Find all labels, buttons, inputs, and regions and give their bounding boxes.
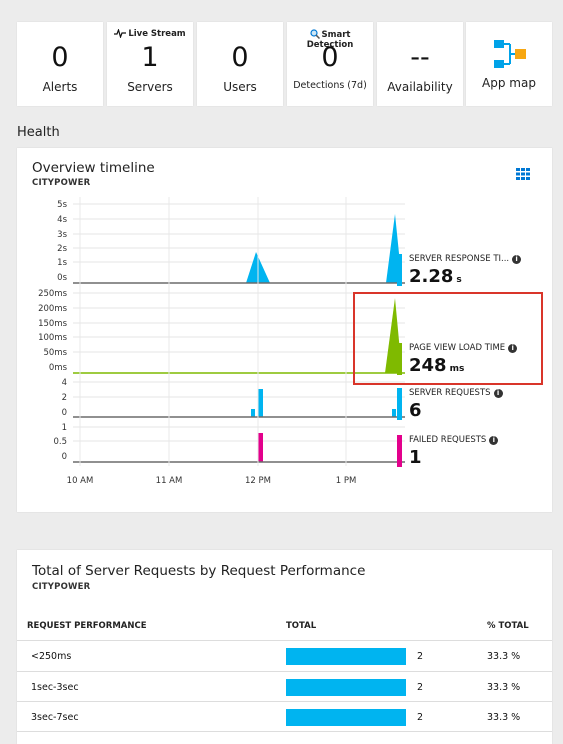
header-request-performance[interactable]: REQUEST PERFORMANCE <box>27 621 147 631</box>
perf-title: Total of Server Requests by Request Perf… <box>32 563 366 579</box>
x-tick: 1 PM <box>336 476 357 486</box>
metric-name: PAGE VIEW LOAD TIME <box>409 343 506 353</box>
metric-color-bar <box>397 388 402 420</box>
failed-requests-metric[interactable]: FAILED REQUESTS i 1 <box>397 435 537 468</box>
row-pct: 33.3 % <box>487 712 521 723</box>
header-total[interactable]: TOTAL <box>286 621 316 631</box>
metric-unit: ms <box>449 364 465 374</box>
info-icon[interactable]: i <box>512 255 522 264</box>
header-pct-total[interactable]: % TOTAL <box>487 621 529 631</box>
row-name: <250ms <box>31 651 72 662</box>
y-tick: 250ms <box>38 289 68 299</box>
y-tick: 0 <box>62 452 67 462</box>
perf-subtitle: CITYPOWER <box>32 582 91 592</box>
metric-value: 248 <box>409 355 447 376</box>
y-tick: 2 <box>62 393 67 403</box>
page-view-load-metric[interactable]: PAGE VIEW LOAD TIME i 248 ms <box>397 343 537 376</box>
y-tick: 100ms <box>38 333 68 343</box>
x-tick: 12 PM <box>245 476 271 486</box>
metric-value: 2.28 <box>409 266 454 287</box>
row-total: 2 <box>417 682 424 693</box>
server-requests-panel: 4 2 0 <box>62 378 405 418</box>
y-tick: 0ms <box>49 363 68 373</box>
x-tick: 11 AM <box>156 476 183 486</box>
row-bar <box>286 679 406 696</box>
y-tick: 1 <box>62 423 67 433</box>
row-bar <box>286 648 406 665</box>
request-bar <box>392 409 396 417</box>
metric-color-bar <box>397 435 402 467</box>
request-bar <box>258 389 263 417</box>
page-load-panel: 250ms 200ms 150ms 100ms 50ms 0ms <box>38 289 405 374</box>
y-tick: 0s <box>57 273 67 283</box>
row-pct: 33.3 % <box>487 651 521 662</box>
y-tick: 3s <box>57 230 67 240</box>
row-total: 2 <box>417 651 424 662</box>
y-tick: 200ms <box>38 304 68 314</box>
request-bar <box>251 409 255 417</box>
row-total: 2 <box>417 712 424 723</box>
metric-color-bar <box>397 343 402 375</box>
response-time-panel: 5s 4s 3s 2s 1s 0s <box>57 200 405 284</box>
metric-color-bar <box>397 254 402 286</box>
table-row[interactable]: <250ms 2 33.3 % <box>17 641 552 672</box>
failed-bar <box>258 433 263 462</box>
y-tick: 0 <box>62 408 67 418</box>
metric-name: SERVER REQUESTS <box>409 388 491 398</box>
y-tick: 2s <box>57 244 67 254</box>
info-icon[interactable]: i <box>508 344 518 353</box>
metric-value: 1 <box>409 447 422 468</box>
table-header: REQUEST PERFORMANCE TOTAL % TOTAL <box>17 610 552 641</box>
metric-name: FAILED REQUESTS <box>409 435 487 445</box>
x-tick: 10 AM <box>67 476 94 486</box>
y-tick: 150ms <box>38 319 68 329</box>
y-tick: 50ms <box>43 348 67 358</box>
y-tick: 0.5 <box>53 437 67 447</box>
table-row[interactable]: 1sec-3sec 2 33.3 % <box>17 672 552 702</box>
info-icon[interactable]: i <box>493 389 503 398</box>
y-tick: 1s <box>57 258 67 268</box>
server-requests-metric[interactable]: SERVER REQUESTS i 6 <box>397 388 537 421</box>
row-bar <box>286 709 406 726</box>
info-icon[interactable]: i <box>489 436 499 445</box>
row-pct: 33.3 % <box>487 682 521 693</box>
metric-value: 6 <box>409 400 422 421</box>
y-tick: 4 <box>62 378 67 388</box>
server-response-metric[interactable]: SERVER RESPONSE TI... i 2.28 s <box>397 254 537 287</box>
failed-requests-panel: 1 0.5 0 <box>53 423 405 463</box>
table-row[interactable]: 3sec-7sec 2 33.3 % <box>17 702 552 732</box>
metric-name: SERVER RESPONSE TI... <box>409 254 510 264</box>
y-tick: 5s <box>57 200 67 210</box>
y-tick: 4s <box>57 215 67 225</box>
row-name: 3sec-7sec <box>31 712 79 723</box>
row-name: 1sec-3sec <box>31 682 79 693</box>
metric-unit: s <box>456 275 462 285</box>
